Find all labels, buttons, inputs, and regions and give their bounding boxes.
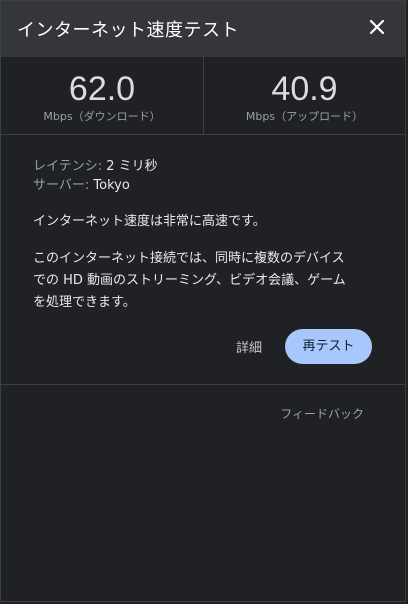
- panel-header: インターネット速度テスト: [1, 1, 405, 57]
- panel-title: インターネット速度テスト: [17, 20, 239, 41]
- server-label: サーバー:: [33, 178, 90, 193]
- speed-test-panel: インターネット速度テスト 62.0 Mbps（ダウンロード） 40.9 Mbps…: [0, 0, 406, 602]
- speed-metrics: 62.0 Mbps（ダウンロード） 40.9 Mbps（アップロード）: [1, 57, 405, 135]
- upload-metric: 40.9 Mbps（アップロード）: [203, 57, 405, 134]
- latency-label: レイテンシ:: [33, 159, 103, 174]
- description-line: を処理できます。: [33, 295, 136, 310]
- speed-status-text: インターネット速度は非常に高速です。: [33, 214, 266, 229]
- feedback-link[interactable]: フィードバック: [280, 405, 364, 422]
- retest-button[interactable]: 再テスト: [285, 329, 372, 364]
- upload-speed-value: 40.9: [271, 70, 338, 108]
- details-button[interactable]: 詳細: [236, 337, 262, 356]
- latency-value: 2 ミリ秒: [106, 159, 158, 174]
- close-button[interactable]: [361, 11, 393, 43]
- speed-description: このインターネット接続では、同時に複数のデバイス での HD 動画のストリーミン…: [33, 248, 383, 314]
- server-row: サーバー: Tokyo: [33, 176, 158, 195]
- latency-row: レイテンシ: 2 ミリ秒: [33, 157, 158, 176]
- server-value: Tokyo: [93, 178, 130, 193]
- download-speed-unit: Mbps（ダウンロード）: [43, 110, 161, 123]
- description-line: このインターネット接続では、同時に複数のデバイス: [33, 251, 345, 266]
- connection-details: レイテンシ: 2 ミリ秒 サーバー: Tokyo: [33, 157, 158, 195]
- download-metric: 62.0 Mbps（ダウンロード）: [1, 57, 203, 134]
- description-line: での HD 動画のストリーミング、ビデオ会議、ゲーム: [33, 273, 346, 288]
- close-icon: [369, 19, 385, 35]
- download-speed-value: 62.0: [68, 70, 136, 108]
- upload-speed-unit: Mbps（アップロード）: [245, 110, 364, 123]
- divider: [1, 384, 405, 385]
